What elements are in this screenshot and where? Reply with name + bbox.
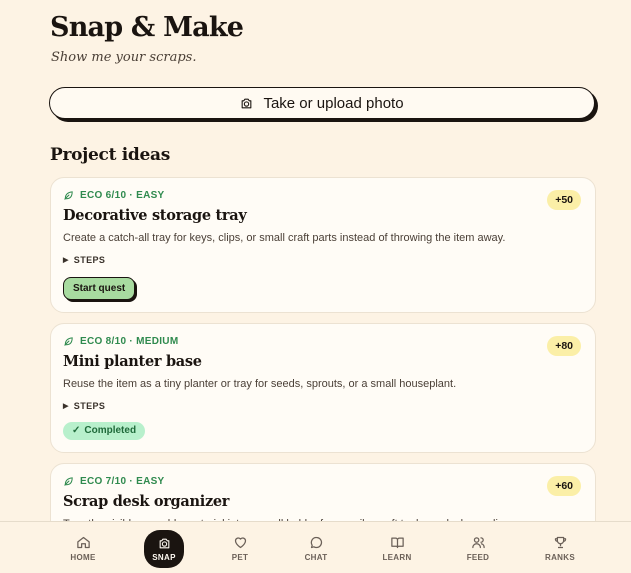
leaf-icon xyxy=(64,337,73,346)
card-description: Create a catch-all tray for keys, clips,… xyxy=(63,232,506,244)
completed-badge: ✓ Completed xyxy=(63,422,146,440)
steps-label: STEPS xyxy=(73,255,106,265)
upload-photo-label: Take or upload photo xyxy=(263,94,404,112)
heart-icon xyxy=(234,536,246,548)
tab-label: RANKS xyxy=(545,552,575,562)
check-icon: ✓ xyxy=(72,425,81,436)
tab-home[interactable]: HOME xyxy=(53,522,113,573)
card-title: Decorative storage tray xyxy=(63,207,247,224)
leaf-icon xyxy=(64,191,73,200)
card-title: Mini planter base xyxy=(63,353,202,370)
points-badge: +50 xyxy=(547,190,581,210)
section-title: Project ideas xyxy=(50,145,171,165)
camera-icon xyxy=(242,98,252,108)
card-title: Scrap desk organizer xyxy=(63,493,230,510)
start-quest-button[interactable]: Start quest xyxy=(63,277,136,300)
project-card: ECO 8/10 · MEDIUM +80 Mini planter base … xyxy=(50,323,596,453)
tab-label: HOME xyxy=(70,552,96,562)
tab-chat[interactable]: CHAT xyxy=(286,522,346,573)
project-card: ECO 6/10 · EASY +50 Decorative storage t… xyxy=(50,177,596,313)
card-description: Reuse the item as a tiny planter or tray… xyxy=(63,378,457,390)
steps-toggle[interactable]: ▶ STEPS xyxy=(63,401,105,411)
bottom-tab-bar: HOME SNAP PET CHAT LEARN FEED RANKS xyxy=(0,521,631,573)
tab-label: SNAP xyxy=(152,552,176,562)
tab-label: FEED xyxy=(466,552,490,562)
eco-rating: ECO 8/10 · MEDIUM xyxy=(80,336,179,347)
book-icon xyxy=(390,537,404,548)
eco-rating: ECO 7/10 · EASY xyxy=(80,476,165,487)
camera-icon xyxy=(159,538,169,548)
upload-photo-button[interactable]: Take or upload photo xyxy=(49,87,595,119)
tab-feed[interactable]: FEED xyxy=(448,522,508,573)
users-icon xyxy=(471,536,485,548)
tab-pet[interactable]: PET xyxy=(210,522,270,573)
steps-label: STEPS xyxy=(73,401,106,411)
eco-meta: ECO 8/10 · MEDIUM xyxy=(63,336,178,347)
tab-learn[interactable]: LEARN xyxy=(367,522,427,573)
points-badge: +60 xyxy=(547,476,581,496)
completed-label: Completed xyxy=(84,425,137,436)
leaf-icon xyxy=(64,477,73,486)
points-badge: +80 xyxy=(547,336,581,356)
eco-meta: ECO 6/10 · EASY xyxy=(63,190,165,201)
eco-meta: ECO 7/10 · EASY xyxy=(63,476,165,487)
trophy-icon xyxy=(554,536,566,548)
tab-ranks[interactable]: RANKS xyxy=(530,522,590,573)
app-title: Snap & Make xyxy=(50,12,244,43)
steps-toggle[interactable]: ▶ STEPS xyxy=(63,255,105,265)
home-icon xyxy=(76,536,90,548)
chat-bubble-icon xyxy=(310,536,322,548)
tab-snap[interactable]: SNAP xyxy=(144,530,184,568)
eco-rating: ECO 6/10 · EASY xyxy=(80,190,165,201)
tab-label: LEARN xyxy=(382,552,412,562)
tab-label: PET xyxy=(231,552,249,562)
expand-triangle-icon: ▶ xyxy=(63,257,69,264)
expand-triangle-icon: ▶ xyxy=(63,403,69,410)
tab-label: CHAT xyxy=(304,552,328,562)
tagline: Show me your scraps. xyxy=(51,50,197,65)
